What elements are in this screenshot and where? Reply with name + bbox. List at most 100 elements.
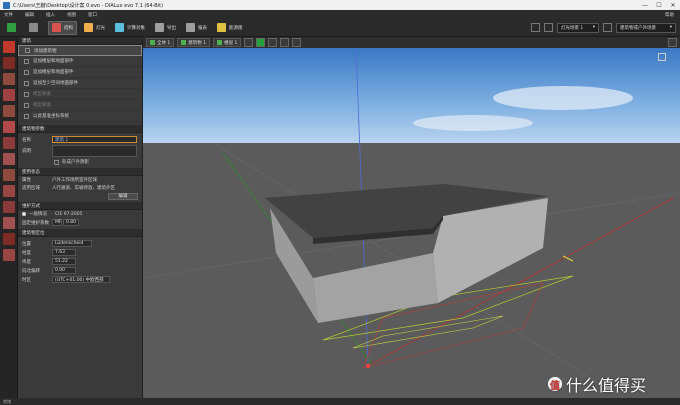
toolbar-undo-button[interactable]: [26, 21, 44, 35]
coordinate-icon: [24, 113, 29, 119]
3d-viewport[interactable]: [143, 48, 680, 398]
toolbar-save-button[interactable]: [4, 21, 22, 35]
maintenance-mode-label: 一般情况: [29, 212, 47, 217]
column-tool-icon[interactable]: [3, 169, 15, 181]
maintenance-mode-row[interactable]: 一般情况 CIE 97:2005: [18, 210, 142, 218]
latitude-input[interactable]: 51.22: [52, 258, 76, 265]
use-area-value: 人行通道、车辆停放、建筑外区: [52, 186, 115, 191]
outdoor-shadow-option[interactable]: 形成户外阴影: [18, 158, 142, 166]
use-type-row: 属性 户外工作场所室外区域: [18, 176, 142, 184]
toolbar-option-2[interactable]: [544, 23, 553, 32]
site-select[interactable]: Lüdenscheid: [52, 240, 92, 247]
scene-mode-select[interactable]: 建筑物或户外场景 ▾: [616, 22, 676, 33]
watermark-text: 什么值得买: [566, 376, 647, 395]
toolbar-option-1[interactable]: [531, 23, 540, 32]
view-option-button[interactable]: [268, 38, 278, 47]
scene-drawing: [143, 48, 680, 398]
render-green-button[interactable]: [256, 38, 266, 47]
use-area-label: 适用区域: [22, 186, 40, 191]
tab-floor[interactable]: 楼层 1: [213, 38, 242, 47]
chevron-down-icon: ▾: [592, 25, 595, 30]
toolbar-structure-label: 结构: [64, 25, 73, 31]
timezone-select[interactable]: (UTC+01:00) 中欧西部: [52, 276, 110, 283]
action-label: 模型要素: [33, 92, 51, 97]
material-tool-icon[interactable]: [3, 201, 15, 213]
toolbar-energy-button[interactable]: 能源版: [214, 21, 246, 35]
stair-tool-icon[interactable]: [3, 153, 15, 165]
building-desc-label: 说明: [22, 149, 31, 154]
measure-tool-icon[interactable]: [3, 233, 15, 245]
use-type-label: 属性: [22, 178, 31, 183]
monitor-icon[interactable]: [603, 23, 612, 32]
building-name-label: 名称: [22, 137, 31, 143]
toolbar-structure-button[interactable]: 结构: [48, 20, 77, 35]
building-desc-input[interactable]: [52, 145, 137, 157]
model-icon: [24, 91, 29, 97]
view-icon: [217, 40, 223, 45]
maintenance-factor-input[interactable]: 0.80: [63, 219, 79, 226]
action-add-floor[interactable]: 追加楼层和地面部件: [18, 56, 142, 67]
latitude-label: 纬度: [22, 259, 31, 265]
action-add-ground-parts[interactable]: 追加至少空间地面部件: [18, 78, 142, 89]
action-label: 模型要素: [33, 103, 51, 108]
building-tool-icon[interactable]: [3, 41, 15, 53]
action-add-building[interactable]: 添加建筑物: [18, 45, 142, 56]
toolbar-calc-button[interactable]: 计算对象: [112, 21, 148, 35]
north-input[interactable]: 0.00: [52, 267, 76, 274]
menu-view[interactable]: 视图: [67, 12, 76, 18]
building-name-input[interactable]: 建筑 1: [52, 136, 137, 143]
longitude-input[interactable]: 7.63: [52, 249, 76, 256]
window-titlebar: C:\Users\王蒯\Desktop\设计案 0.evo - DIALux e…: [0, 0, 680, 10]
section-location: 建筑物定位: [18, 229, 142, 237]
menu-file[interactable]: 文件: [4, 12, 13, 18]
watermark: 值 什么值得买: [548, 372, 646, 396]
toolbar-light-button[interactable]: 灯光: [81, 21, 108, 35]
floor-parts-icon: [24, 69, 29, 75]
building-name-field: 名称 建筑 1: [18, 135, 142, 144]
panel-title: 建筑: [18, 37, 142, 45]
status-text: 就绪: [3, 398, 11, 404]
use-type-value: 户外工作场所室外区域: [52, 178, 97, 183]
toolbar-report-label: 报表: [198, 25, 207, 31]
window-tool-icon[interactable]: [3, 121, 15, 133]
door-tool-icon[interactable]: [3, 105, 15, 117]
add-icon: [25, 48, 30, 53]
roof-tool-icon[interactable]: [3, 137, 15, 149]
light-scene-select[interactable]: 灯光场景 1 ▾: [557, 22, 599, 33]
radio-icon: [22, 212, 26, 216]
fit-view-icon[interactable]: [292, 38, 302, 47]
toolbar-report-button[interactable]: 报表: [183, 21, 210, 35]
terrain-tool-icon[interactable]: [3, 249, 15, 261]
report-icon: [186, 23, 195, 32]
viewport-option-icon[interactable]: [658, 53, 666, 61]
edit-button[interactable]: 编辑: [108, 192, 138, 200]
menu-help[interactable]: 帮助: [665, 12, 674, 18]
view-mode-button[interactable]: [244, 38, 254, 47]
view-tab-bar: 全体 1 建筑物 1 楼层 1: [143, 37, 680, 48]
tab-overall[interactable]: 全体 1: [146, 38, 175, 47]
action-coordinate-system[interactable]: 以此基准坐标系统: [18, 111, 142, 122]
menu-window[interactable]: 窗口: [88, 12, 97, 18]
menu-edit[interactable]: 编辑: [25, 12, 34, 18]
furniture-tool-icon[interactable]: [3, 185, 15, 197]
focus-icon[interactable]: [280, 38, 290, 47]
calc-icon: [115, 23, 124, 32]
maintenance-factor-label: 固定维护系数: [22, 220, 49, 226]
fullscreen-icon[interactable]: [668, 38, 677, 47]
maintenance-factor-field: 固定维护系数 MF 0.80: [18, 218, 142, 227]
floor-tool-icon[interactable]: [3, 57, 15, 69]
maximize-button[interactable]: ☐: [652, 0, 666, 10]
tab-building[interactable]: 建筑物 1: [177, 38, 211, 47]
wall-tool-icon[interactable]: [3, 73, 15, 85]
menu-insert[interactable]: 插入: [46, 12, 55, 18]
close-button[interactable]: ✕: [666, 0, 680, 10]
minimize-button[interactable]: —: [638, 0, 652, 10]
ground-icon: [24, 80, 29, 86]
latitude-field: 纬度 51.22: [18, 257, 142, 266]
site-tool-icon[interactable]: [3, 217, 15, 229]
tab-label: 全体 1: [157, 40, 171, 46]
action-add-floor-parts[interactable]: 追加楼层和地面部件: [18, 67, 142, 78]
toolbar-export-button[interactable]: 导出: [152, 21, 179, 35]
model-icon: [24, 102, 29, 108]
room-tool-icon[interactable]: [3, 89, 15, 101]
